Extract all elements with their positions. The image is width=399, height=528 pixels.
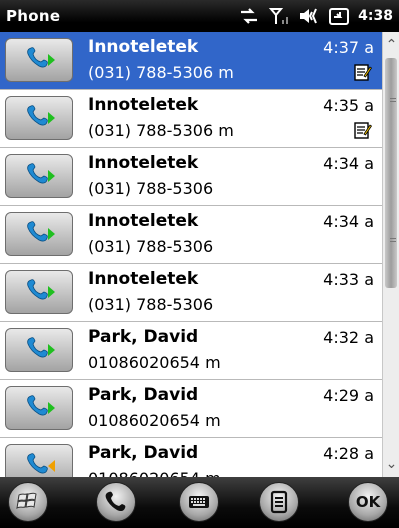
outgoing-call-icon <box>27 221 55 242</box>
app-title: Phone <box>6 7 61 25</box>
phone-button[interactable] <box>96 482 136 522</box>
call-back-button[interactable] <box>5 212 73 256</box>
call-log-row[interactable]: Park, David 4:28 a 01086020654 m <box>0 438 382 477</box>
outgoing-call-icon <box>27 163 55 184</box>
menu-button[interactable] <box>259 482 299 522</box>
call-time: 4:33 a <box>323 270 374 289</box>
signal-strength-icon[interactable] <box>268 6 290 26</box>
battery-charging-icon[interactable] <box>328 6 350 26</box>
call-time: 4:34 a <box>323 154 374 173</box>
call-back-button[interactable] <box>5 444 73 477</box>
call-log-row[interactable]: Innoteletek 4:35 a (031) 788-5306 m <box>0 90 382 148</box>
call-time: 4:28 a <box>323 444 374 463</box>
call-time: 4:37 a <box>323 38 374 57</box>
call-log-row[interactable]: Innoteletek 4:37 a (031) 788-5306 m <box>0 32 382 90</box>
phone-number: (031) 788-5306 m <box>88 63 234 82</box>
incoming-call-icon <box>27 453 55 474</box>
phone-number: (031) 788-5306 <box>88 179 214 198</box>
menu-list-icon <box>270 490 288 514</box>
ok-label: OK <box>355 493 381 511</box>
ok-button[interactable]: OK <box>348 482 388 522</box>
outgoing-call-icon <box>27 47 55 68</box>
scrollbar[interactable]: ⌃ ⌄ <box>382 32 399 477</box>
status-icons: 4:38 <box>238 4 393 28</box>
scroll-up-button[interactable]: ⌃ <box>383 36 399 54</box>
outgoing-call-icon <box>27 105 55 126</box>
windows-logo-icon <box>16 492 37 510</box>
call-time: 4:29 a <box>323 386 374 405</box>
call-log-row[interactable]: Innoteletek 4:34 a (031) 788-5306 <box>0 148 382 206</box>
scroll-down-button[interactable]: ⌄ <box>383 455 399 473</box>
phone-number: (031) 788-5306 <box>88 295 214 314</box>
call-back-button[interactable] <box>5 96 73 140</box>
contact-name: Innoteletek <box>88 211 199 231</box>
phone-number: 01086020654 m <box>88 469 221 477</box>
phone-number: (031) 788-5306 <box>88 237 214 256</box>
call-log-row[interactable]: Innoteletek 4:34 a (031) 788-5306 <box>0 206 382 264</box>
bottom-softkey-bar: OK <box>0 477 399 528</box>
keyboard-icon <box>189 496 209 508</box>
phone-handset-icon <box>105 491 126 512</box>
contact-name: Innoteletek <box>88 269 199 289</box>
call-back-button[interactable] <box>5 38 73 82</box>
phone-number: 01086020654 m <box>88 411 221 430</box>
outgoing-call-icon <box>27 337 55 358</box>
call-back-button[interactable] <box>5 154 73 198</box>
phone-number: (031) 788-5306 m <box>88 121 234 140</box>
contact-name: Park, David <box>88 385 199 405</box>
contact-name: Innoteletek <box>88 37 199 57</box>
call-log-row[interactable]: Park, David 4:32 a 01086020654 m <box>0 322 382 380</box>
outgoing-call-icon <box>27 279 55 300</box>
start-menu-button[interactable] <box>8 482 48 522</box>
contact-name: Park, David <box>88 443 199 463</box>
contact-name: Innoteletek <box>88 95 199 115</box>
call-back-button[interactable] <box>5 328 73 372</box>
contact-name: Park, David <box>88 327 199 347</box>
call-back-button[interactable] <box>5 386 73 430</box>
call-log-row[interactable]: Park, David 4:29 a 01086020654 m <box>0 380 382 438</box>
data-connection-icon[interactable] <box>238 6 260 26</box>
scroll-thumb[interactable] <box>385 58 397 288</box>
outgoing-call-icon <box>27 395 55 416</box>
phone-number: 01086020654 m <box>88 353 221 372</box>
note-icon <box>354 121 373 139</box>
volume-icon[interactable] <box>298 6 320 26</box>
contact-name: Innoteletek <box>88 153 199 173</box>
call-time: 4:32 a <box>323 328 374 347</box>
keyboard-button[interactable] <box>179 482 219 522</box>
call-back-button[interactable] <box>5 270 73 314</box>
clock[interactable]: 4:38 <box>358 8 393 24</box>
call-time: 4:34 a <box>323 212 374 231</box>
note-icon <box>354 63 373 81</box>
call-log-row[interactable]: Innoteletek 4:33 a (031) 788-5306 <box>0 264 382 322</box>
status-bar: Phone 4:38 <box>0 0 399 32</box>
call-log-list: Innoteletek 4:37 a (031) 788-5306 m Innotel… <box>0 32 382 477</box>
call-time: 4:35 a <box>323 96 374 115</box>
